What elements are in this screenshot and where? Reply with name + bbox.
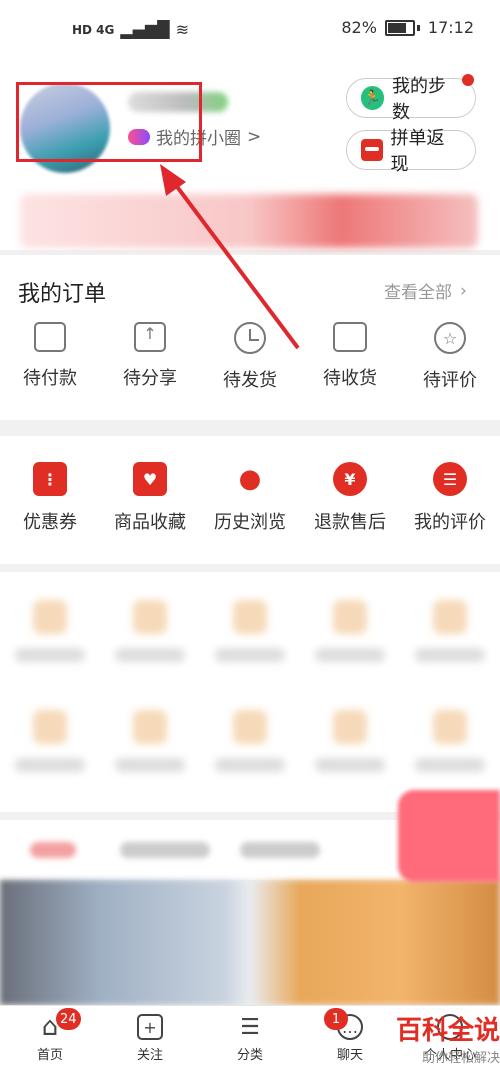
nav-label: 首页 (36, 1048, 63, 1063)
signal-indicators: HD 4G ▂▄▆█ ≋ (72, 20, 189, 39)
order-pending-receipt[interactable]: 待收货 (300, 322, 400, 392)
battery-percent: 82% (341, 18, 377, 37)
clock-time: 17:12 (427, 18, 474, 37)
cashback-label: 拼单返现 (390, 128, 445, 175)
battery-icon (384, 19, 415, 36)
chat-badge: 1 (324, 1008, 348, 1030)
order-item-label: 待收货 (323, 368, 377, 389)
cashback-button[interactable]: 拼单返现 (346, 128, 476, 175)
refund-entry[interactable]: ¥ 退款售后 (300, 462, 400, 534)
tool-item-label: 优惠券 (23, 512, 77, 533)
highlight-box (16, 82, 202, 162)
nav-label: 关注 (136, 1048, 163, 1063)
history-entry[interactable]: ● 历史浏览 (200, 462, 300, 534)
order-item-label: 待分享 (123, 368, 177, 389)
blurred-service-item[interactable] (205, 692, 295, 772)
order-item-label: 待付款 (23, 368, 77, 389)
blurred-service-item[interactable] (405, 692, 495, 772)
order-item-label: 待发货 (223, 370, 277, 391)
my-steps-label: 我的步数 (392, 76, 446, 123)
order-pending-review[interactable]: ☆ 待评价 (400, 322, 500, 392)
bag-heart-icon: ♥ (133, 462, 167, 496)
plus-icon: + (137, 1014, 163, 1040)
blurred-service-item[interactable] (305, 582, 395, 662)
chevron-right-icon: > (247, 126, 262, 147)
blurred-services-grid (0, 572, 500, 812)
my-reviews-entry[interactable]: ☰ 我的评价 (400, 462, 500, 534)
blurred-product-images[interactable] (0, 880, 500, 1005)
floating-promo-badge[interactable] (398, 790, 500, 882)
tool-item-label: 退款售后 (314, 512, 386, 533)
tools-row: ⋮ 优惠券 ♥ 商品收藏 ● 历史浏览 ¥ 退款售后 ☰ 我的评价 (0, 462, 500, 534)
home-badge: 24 (56, 1008, 81, 1030)
order-pending-share[interactable]: ↑ 待分享 (100, 322, 200, 392)
nav-follow[interactable]: + 关注 (100, 1006, 200, 1071)
blurred-service-item[interactable] (5, 582, 95, 662)
my-steps-button[interactable]: 🏃 我的步数 (346, 76, 476, 123)
nav-category[interactable]: ☰ 分类 (200, 1006, 300, 1071)
tool-item-label: 历史浏览 (214, 512, 286, 533)
tool-item-label: 商品收藏 (114, 512, 186, 533)
notification-dot (462, 74, 474, 86)
nav-label: 聊天 (336, 1048, 363, 1063)
orders-title: 我的订单 (18, 282, 107, 307)
coupon-icon: ⋮ (33, 462, 67, 496)
order-pending-shipment[interactable]: 待发货 (200, 322, 300, 392)
menu-icon: ☰ (240, 1014, 260, 1040)
wifi-icon: ≋ (175, 20, 190, 39)
review-icon: ☆ (434, 322, 466, 354)
nav-label: 分类 (236, 1048, 263, 1063)
battery-time: 82% 17:12 (341, 18, 474, 37)
see-all-orders-link[interactable]: 查看全部 › (384, 278, 467, 304)
order-status-row: 待付款 ↑ 待分享 待发货 待收货 ☆ 待评价 (0, 322, 500, 392)
running-icon: 🏃 (361, 86, 384, 110)
blurred-service-item[interactable] (405, 582, 495, 662)
coupon-entry[interactable]: ⋮ 优惠券 (0, 462, 100, 534)
blurred-service-item[interactable] (5, 692, 95, 772)
comment-list-icon: ☰ (433, 462, 467, 496)
red-envelope-icon (361, 139, 383, 161)
status-bar: HD 4G ▂▄▆█ ≋ 82% 17:12 (0, 0, 500, 58)
order-item-label: 待评价 (423, 370, 477, 391)
battery-tip (416, 24, 420, 31)
blurred-service-item[interactable] (305, 692, 395, 772)
watermark: 百科全说 助你轻松解决 (372, 1010, 500, 1070)
favorites-entry[interactable]: ♥ 商品收藏 (100, 462, 200, 534)
network-label: HD 4G (72, 22, 115, 37)
order-pending-payment[interactable]: 待付款 (0, 322, 100, 392)
blurred-service-item[interactable] (205, 582, 295, 662)
truck-icon (333, 322, 367, 352)
blurred-service-item[interactable] (105, 692, 195, 772)
clock-icon (234, 322, 266, 354)
promo-banner-blurred[interactable] (20, 194, 478, 248)
share-icon: ↑ (134, 322, 166, 352)
nav-home[interactable]: ⌂ 首页 24 (0, 1006, 100, 1071)
yen-icon: ¥ (333, 462, 367, 496)
tool-item-label: 我的评价 (414, 512, 486, 533)
wallet-icon (34, 322, 66, 352)
footprint-icon: ● (233, 462, 267, 496)
chevron-right-icon: › (460, 280, 467, 301)
blurred-service-item[interactable] (105, 582, 195, 662)
see-all-label: 查看全部 (384, 283, 452, 303)
watermark-subtitle: 助你轻松解决 (421, 1051, 500, 1066)
watermark-title: 百科全说 (395, 1016, 500, 1046)
signal-icon: ▂▄▆█ (120, 20, 170, 39)
